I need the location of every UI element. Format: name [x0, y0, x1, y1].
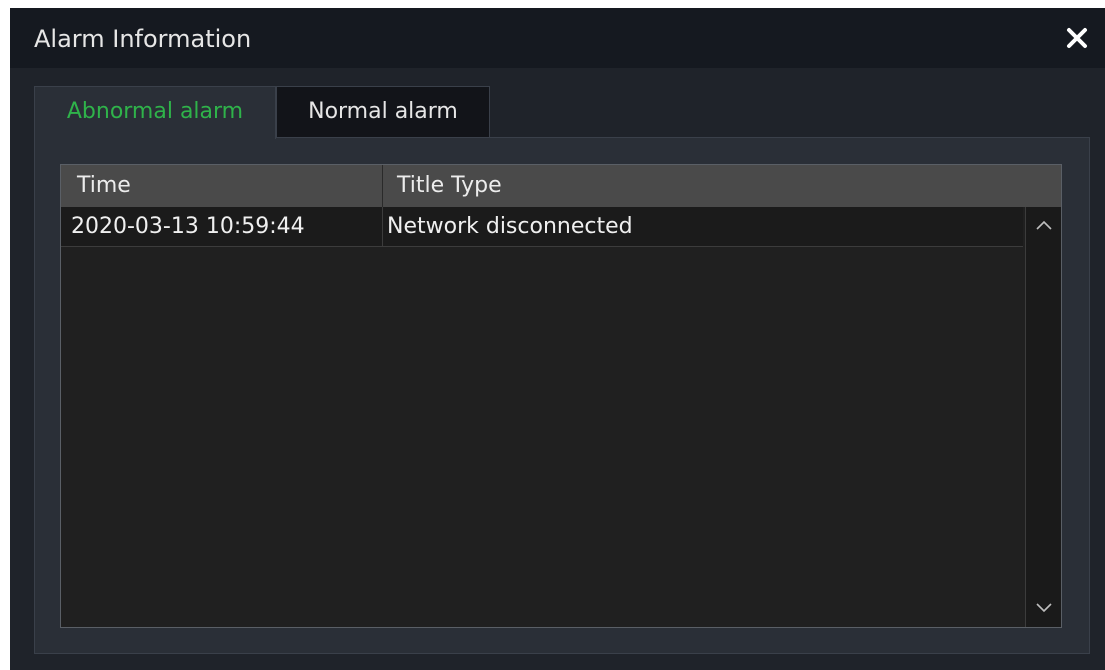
alarm-information-dialog: Alarm Information Abnormal alarm Normal …	[10, 8, 1105, 670]
title-bar: Alarm Information	[10, 8, 1105, 68]
cell-time: 2020-03-13 10:59:44	[61, 207, 383, 246]
cell-title-type: Network disconnected	[387, 214, 633, 239]
tab-abnormal-alarm[interactable]: Abnormal alarm	[34, 86, 276, 139]
table-header: Time Title Type	[61, 165, 1061, 207]
chevron-up-icon	[1035, 220, 1052, 230]
vertical-scrollbar[interactable]	[1025, 207, 1061, 627]
table-row[interactable]: 2020-03-13 10:59:44 Network disconnected	[61, 207, 1023, 247]
column-header-title-type[interactable]: Title Type	[383, 165, 1061, 207]
dialog-title: Alarm Information	[34, 25, 252, 53]
chevron-down-icon	[1035, 603, 1052, 613]
scroll-down-button[interactable]	[1026, 589, 1061, 627]
scroll-up-button[interactable]	[1026, 207, 1061, 245]
close-button[interactable]	[1061, 22, 1093, 54]
alarm-table: Time Title Type 2020-03-13 10:59:44 Netw…	[60, 164, 1062, 628]
table-body: 2020-03-13 10:59:44 Network disconnected	[61, 207, 1023, 627]
close-icon	[1067, 28, 1087, 48]
column-header-time[interactable]: Time	[61, 165, 383, 207]
tab-panel: Time Title Type 2020-03-13 10:59:44 Netw…	[34, 137, 1090, 654]
tab-normal-alarm[interactable]: Normal alarm	[276, 86, 490, 138]
